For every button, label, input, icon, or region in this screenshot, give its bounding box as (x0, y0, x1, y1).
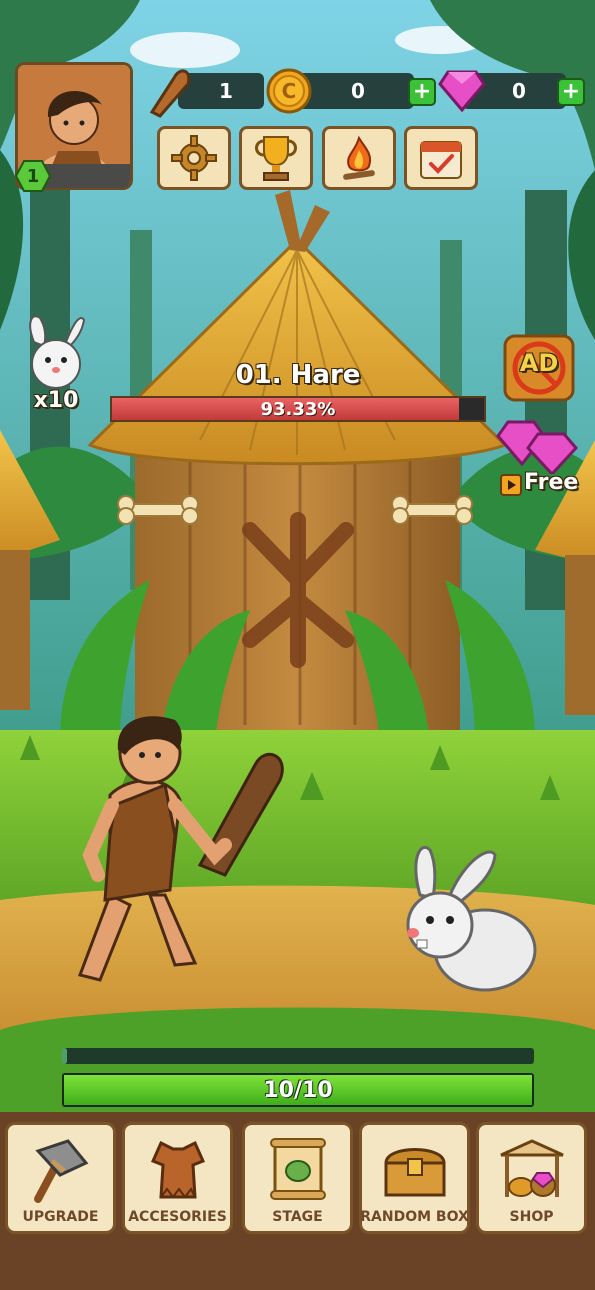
coin-icon: C (266, 68, 312, 114)
svg-text:C: C (282, 79, 297, 103)
caveman-player (78, 716, 284, 982)
scroll-map-icon (269, 1138, 326, 1200)
video-play-icon (500, 474, 522, 496)
caveman-portrait-icon (18, 65, 130, 175)
coin-count: 0 (351, 79, 365, 103)
club-count: 1 (219, 79, 233, 103)
nav-shop-label: SHOP (509, 1209, 554, 1225)
stage-exp-bar (62, 1048, 534, 1064)
player-level: 1 (26, 165, 40, 187)
hare-enemy (406, 846, 537, 992)
club-icon (149, 69, 191, 118)
nav-upgrade-label: UPGRADE (22, 1209, 99, 1225)
gem-icon (438, 70, 486, 112)
nav-random-box-button[interactable]: RANDOM BOX (359, 1122, 470, 1234)
add-gems-button[interactable]: + (557, 78, 585, 106)
nav-shop-button[interactable]: SHOP (476, 1122, 587, 1234)
nav-accesories-label: ACCESORIES (128, 1209, 227, 1225)
trophy-button[interactable] (239, 126, 313, 190)
free-gems-button[interactable]: Free (494, 418, 584, 502)
calendar-icon (420, 141, 462, 179)
nav-accesories-button[interactable]: ACCESORIES (122, 1122, 233, 1234)
nav-stage-button[interactable]: STAGE (242, 1122, 353, 1234)
trophy-icon (255, 136, 297, 181)
stage-exp-fill (62, 1048, 67, 1064)
nav-random-box-label: RANDOM BOX (360, 1209, 469, 1225)
enemy-name: 01. Hare (235, 360, 361, 390)
ad-label: AD (519, 349, 559, 377)
free-label: Free (524, 470, 579, 495)
gem-count: 0 (512, 79, 526, 103)
treasure-chest-icon (383, 1148, 446, 1197)
hare-remaining-icon (29, 315, 86, 389)
campfire-icon (343, 135, 375, 180)
enemies-remaining: x10 (33, 388, 79, 413)
gear-icon (171, 135, 217, 181)
daily-calendar-button[interactable] (404, 126, 478, 190)
campfire-button[interactable] (322, 126, 396, 190)
stone-hammer-icon (33, 1139, 88, 1203)
ad-button[interactable]: AD (502, 333, 576, 403)
market-stall-icon (499, 1139, 564, 1197)
stage-progress-bar: 10/10 (62, 1073, 534, 1107)
nav-stage-label: STAGE (272, 1209, 323, 1225)
stage-progress-text: 10/10 (263, 1077, 333, 1103)
fur-tunic-icon (150, 1140, 205, 1199)
settings-button[interactable] (157, 126, 231, 190)
free-gems-icon (496, 420, 579, 474)
enemy-hp-percent: 93.33% (260, 398, 336, 420)
nav-upgrade-button[interactable]: UPGRADE (5, 1122, 116, 1234)
enemy-hp-bar: 93.33% (110, 396, 486, 422)
add-coins-button[interactable]: + (408, 78, 436, 106)
